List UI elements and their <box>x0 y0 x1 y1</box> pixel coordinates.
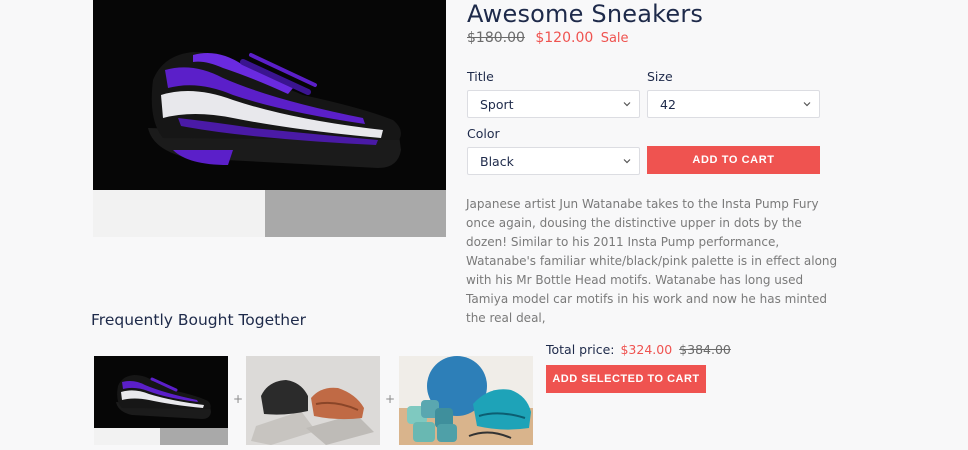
color-select-value: Black <box>480 154 514 169</box>
total-price-label: Total price: <box>546 342 615 357</box>
sneaker-image <box>148 52 401 168</box>
color-option-label: Color <box>467 126 500 141</box>
add-to-cart-button[interactable]: ADD TO CART <box>647 146 820 174</box>
size-option-label: Size <box>647 69 673 84</box>
sale-badge: Sale <box>600 31 629 46</box>
title-select-value: Sport <box>480 97 514 112</box>
plus-separator: + <box>233 392 244 406</box>
title-option-label: Title <box>467 69 494 84</box>
plus-separator: + <box>385 392 396 406</box>
fbt-total-price: Total price: $324.00 $384.00 <box>546 342 731 357</box>
chevron-down-icon <box>623 102 631 107</box>
add-selected-to-cart-button[interactable]: ADD SELECTED TO CART <box>546 365 706 393</box>
size-select-value: 42 <box>660 97 676 112</box>
price-row: $180.00 $120.00 Sale <box>467 30 629 46</box>
sneaker-thumb-image <box>94 375 228 445</box>
fbt-thumb-fitness-set[interactable] <box>399 356 533 445</box>
fbt-thumb-leather-shoes[interactable] <box>246 356 380 445</box>
chevron-down-icon <box>803 102 811 107</box>
chevron-down-icon <box>623 159 631 164</box>
product-title: Awesome Sneakers <box>467 0 704 28</box>
color-select[interactable]: Black <box>467 147 640 175</box>
size-select[interactable]: 42 <box>647 90 820 118</box>
fitness-set-image <box>399 356 533 445</box>
leather-shoes-image <box>246 356 380 445</box>
fbt-heading: Frequently Bought Together <box>91 311 306 329</box>
fbt-thumb-sneakers[interactable] <box>94 356 228 445</box>
total-price-new: $324.00 <box>620 342 673 357</box>
product-description: Japanese artist Jun Watanabe takes to th… <box>466 197 838 325</box>
price-original: $180.00 <box>467 30 525 46</box>
product-main-image[interactable] <box>93 0 446 237</box>
title-select[interactable]: Sport <box>467 90 640 118</box>
price-sale: $120.00 <box>535 30 594 46</box>
total-price-old: $384.00 <box>679 342 731 357</box>
